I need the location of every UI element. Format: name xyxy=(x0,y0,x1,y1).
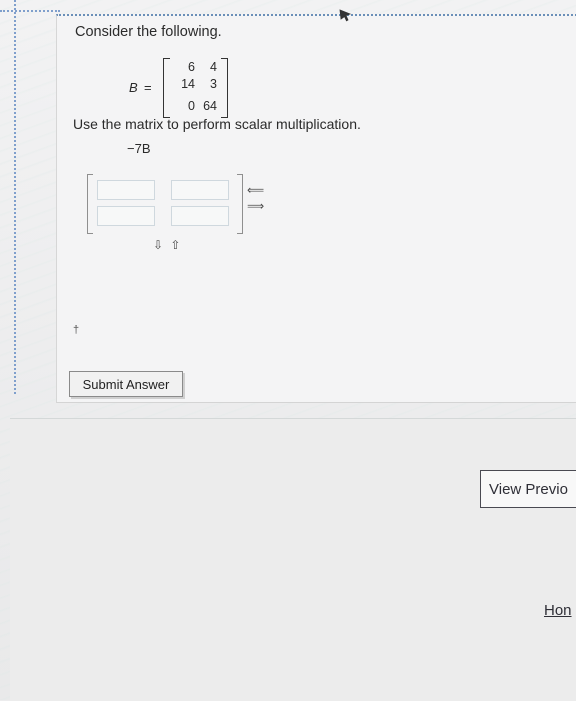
matrix-name: B xyxy=(129,80,138,95)
submit-answer-button[interactable]: Submit Answer xyxy=(69,371,183,397)
matrix-cell: 6 xyxy=(188,60,195,74)
matrix-cell: 4 xyxy=(210,60,217,74)
matrix-cell: 14 xyxy=(181,77,195,91)
notes-area xyxy=(10,418,576,701)
column-controls: ⟸ ⟹ xyxy=(247,182,267,222)
mouse-pointer-icon xyxy=(339,9,352,22)
answer-cell-r2c2[interactable] xyxy=(171,206,229,226)
matrix-cell: 0 xyxy=(188,99,195,113)
answer-cell-r2c1[interactable] xyxy=(97,206,155,226)
home-link[interactable]: Hon xyxy=(544,602,572,619)
answer-right-bracket xyxy=(237,174,243,234)
add-column-arrow-icon[interactable]: ⟹ xyxy=(247,198,267,214)
row-controls: ⇩ ⇧ xyxy=(153,238,182,252)
matrix-equals-sign: = xyxy=(144,80,152,95)
answer-cell-r1c1[interactable] xyxy=(97,180,155,200)
question-prompt: Consider the following. xyxy=(75,24,222,40)
panel-top-rule xyxy=(0,10,60,13)
matrix-right-bracket xyxy=(221,58,228,118)
answer-cell-r1c2[interactable] xyxy=(171,180,229,200)
remove-column-arrow-icon[interactable]: ⟸ xyxy=(247,182,267,198)
view-previous-button[interactable]: View Previo xyxy=(480,470,576,508)
footnote-mark: † xyxy=(73,324,80,336)
answer-matrix xyxy=(87,174,247,234)
remove-row-arrow-icon[interactable]: ⇧ xyxy=(170,238,182,252)
scalar-expression: −7B xyxy=(127,141,151,156)
question-panel: Consider the following. B = 6 4 14 3 0 6… xyxy=(56,14,576,403)
answer-left-bracket xyxy=(87,174,93,234)
instruction-text: Use the matrix to perform scalar multipl… xyxy=(73,116,361,132)
panel-left-rule xyxy=(14,0,17,394)
matrix-left-bracket xyxy=(163,58,170,118)
add-row-arrow-icon[interactable]: ⇩ xyxy=(153,238,165,252)
matrix-b: B = 6 4 14 3 0 64 xyxy=(129,58,249,118)
matrix-cell: 3 xyxy=(210,77,217,91)
matrix-cell: 64 xyxy=(203,99,217,113)
